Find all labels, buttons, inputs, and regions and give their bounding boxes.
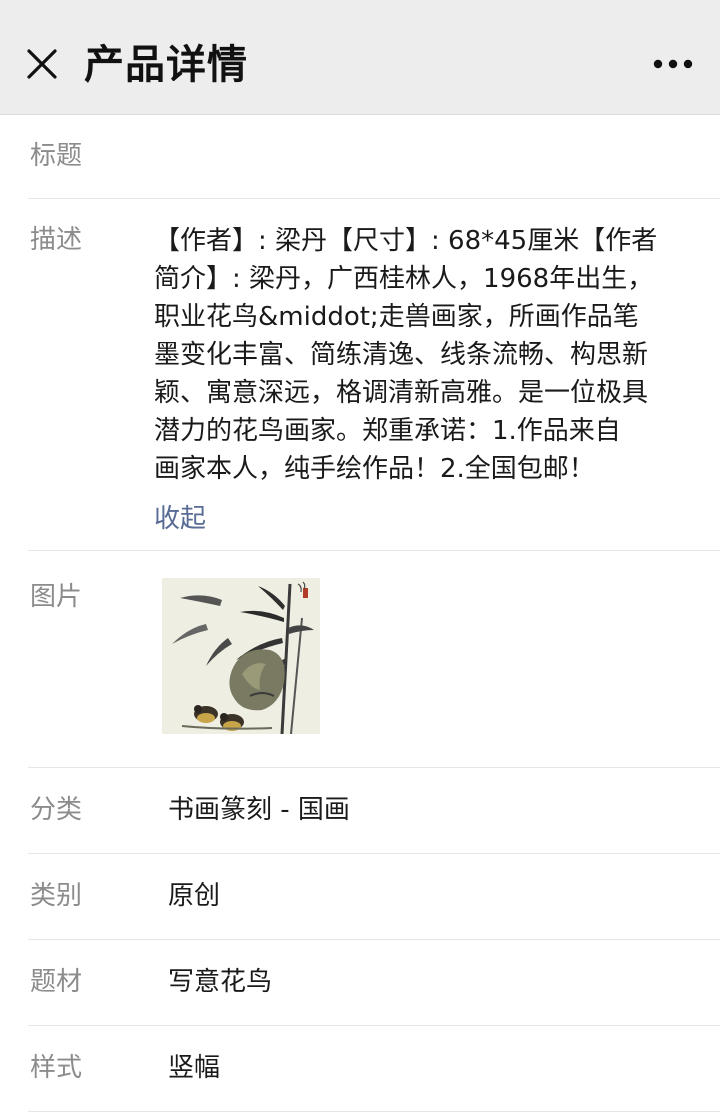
style-row: 样式 竖幅 (0, 1026, 720, 1112)
page-title: 产品详情 (84, 42, 248, 88)
more-icon (640, 40, 706, 88)
subject-row: 题材 写意花鸟 (0, 940, 720, 1026)
description-line: 墨变化丰富、简练清逸、线条流畅、构思新 (154, 340, 649, 370)
subject-label: 题材 (30, 967, 83, 997)
type-value: 原创 (168, 881, 221, 911)
title-label: 标题 (30, 141, 83, 171)
category-row: 分类 书画篆刻 - 国画 (0, 768, 720, 854)
bamboo-bird-painting-icon (162, 578, 320, 734)
style-label: 样式 (30, 1053, 83, 1083)
navigation-bar: 产品详情 (0, 0, 720, 115)
description-line: 画家本人，纯手绘作品！2.全国包邮！ (154, 454, 595, 484)
description-text: 【作者】: 梁丹【尺寸】: 68*45厘米【作者 简介】: 梁丹，广西桂林人，1… (154, 222, 694, 488)
title-row: 标题 (0, 115, 720, 199)
description-line: 颖、寓意深远，格调清新高雅。是一位极具 (154, 378, 649, 408)
close-icon (18, 40, 66, 88)
image-row: 图片 (0, 551, 720, 768)
category-value: 书画篆刻 - 国画 (168, 795, 350, 825)
description-label: 描述 (30, 225, 83, 255)
category-label: 分类 (30, 795, 83, 825)
close-button[interactable] (18, 40, 66, 88)
divider (28, 1111, 720, 1112)
type-label: 类别 (30, 881, 83, 911)
collapse-link[interactable]: 收起 (154, 501, 206, 537)
description-line: 潜力的花鸟画家。郑重承诺：1.作品来自 (154, 416, 621, 446)
subject-value: 写意花鸟 (168, 967, 273, 997)
more-options-button[interactable] (640, 40, 706, 88)
image-label: 图片 (30, 582, 83, 612)
style-value: 竖幅 (168, 1053, 221, 1083)
type-row: 类别 原创 (0, 854, 720, 940)
description-line: 简介】: 梁丹，广西桂林人，1968年出生， (154, 264, 654, 294)
description-line: 职业花鸟&middot;走兽画家，所画作品笔 (154, 302, 639, 332)
product-image-thumbnail[interactable] (162, 578, 320, 734)
description-line: 【作者】: 梁丹【尺寸】: 68*45厘米【作者 (154, 226, 658, 256)
